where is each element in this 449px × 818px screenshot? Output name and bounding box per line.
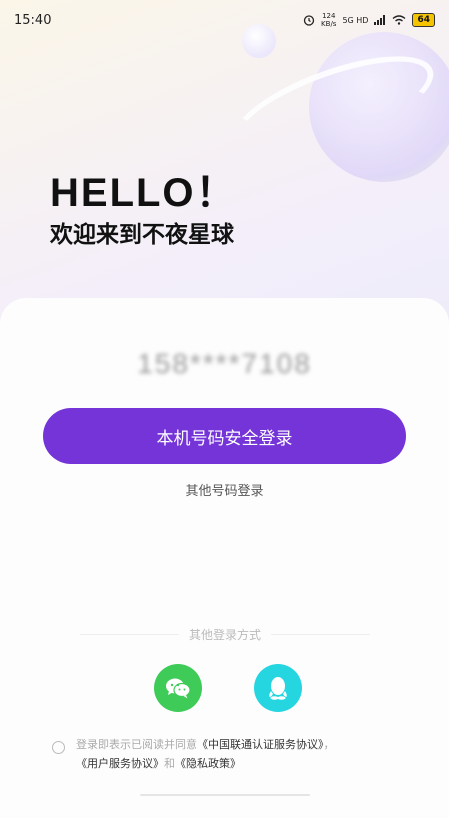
agreement-and: 和 xyxy=(164,757,175,770)
home-indicator[interactable] xyxy=(140,794,310,796)
cu-auth-agreement-link[interactable]: 《中国联通认证服务协议》 xyxy=(197,738,324,751)
signal-label: 5G HD xyxy=(342,15,369,25)
welcome-subtitle: 欢迎来到不夜星球 xyxy=(50,222,234,248)
agreement-checkbox[interactable] xyxy=(52,741,65,754)
other-methods-divider: 其他登录方式 xyxy=(80,626,371,643)
wifi-icon xyxy=(393,15,406,25)
divider-line-left xyxy=(80,634,179,635)
status-icons: 124 KB/s 5G HD 64 xyxy=(303,12,435,28)
divider-line-right xyxy=(271,634,371,635)
masked-phone-number: 158****7108 xyxy=(137,348,312,379)
hello-title: HELLO！ xyxy=(50,171,238,215)
net-speed-unit: KB/s xyxy=(321,20,337,28)
net-speed: 124 KB/s xyxy=(321,12,336,28)
alarm-icon xyxy=(303,15,315,26)
one-tap-login-button[interactable]: 本机号码安全登录 xyxy=(43,408,406,464)
wechat-login-button[interactable] xyxy=(154,664,202,712)
battery-indicator: 64 xyxy=(412,13,435,27)
user-service-agreement-link[interactable]: 《用户服务协议》 xyxy=(76,757,164,770)
agreement-text: 登录即表示已阅读并同意《中国联通认证服务协议》， 《用户服务协议》和《隐私政策》 xyxy=(76,735,431,773)
signal-icon xyxy=(374,15,386,25)
qq-penguin-icon xyxy=(269,677,287,700)
other-number-login-link[interactable]: 其他号码登录 xyxy=(0,480,449,499)
other-methods-label: 其他登录方式 xyxy=(189,628,262,642)
agreement-comma: ， xyxy=(323,738,335,751)
privacy-policy-link[interactable]: 《隐私政策》 xyxy=(175,757,241,770)
moon-decoration xyxy=(242,24,276,58)
qq-login-button[interactable] xyxy=(254,664,302,712)
agreement-prefix: 登录即表示已阅读并同意 xyxy=(76,738,197,751)
net-speed-value: 124 xyxy=(322,12,336,20)
wechat-icon xyxy=(166,678,191,699)
status-time: 15:40 xyxy=(14,12,52,28)
